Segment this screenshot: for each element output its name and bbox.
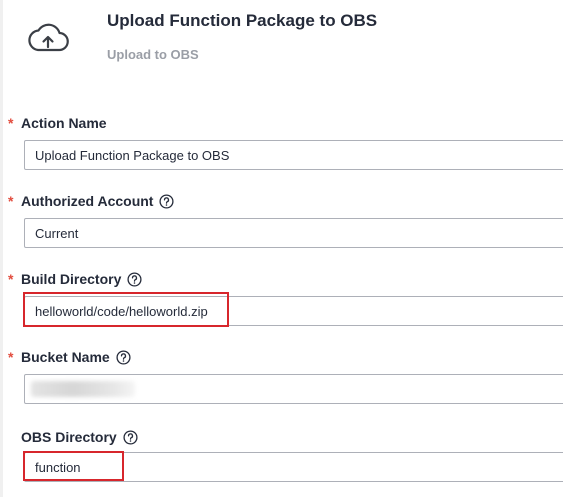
action-subtitle: Upload to OBS — [107, 47, 199, 62]
question-circle-icon[interactable] — [123, 429, 138, 445]
action-title: Upload Function Package to OBS — [107, 11, 378, 30]
action-name-input[interactable]: Upload Function Package to OBS — [24, 140, 563, 170]
bucket-name-label-text: Bucket Name — [21, 349, 110, 365]
bucket-name-input[interactable] — [24, 374, 563, 404]
required-marker: * — [8, 349, 14, 365]
required-marker: * — [8, 271, 14, 287]
build-directory-label-text: Build Directory — [21, 271, 122, 287]
build-directory-highlight — [23, 292, 229, 327]
authorized-account-label-text: Authorized Account — [21, 193, 154, 209]
authorized-account-value: Current — [35, 226, 79, 241]
required-marker: * — [8, 193, 14, 209]
obs-directory-label-text: OBS Directory — [21, 429, 117, 445]
obs-directory-highlight — [23, 451, 124, 481]
question-circle-icon[interactable] — [159, 193, 175, 209]
obs-directory-label: OBS Directory — [8, 428, 138, 446]
action-name-label: * Action Name — [8, 114, 107, 132]
question-circle-icon[interactable] — [127, 271, 142, 287]
bucket-name-label: * Bucket Name — [8, 348, 131, 366]
action-name-value: Upload Function Package to OBS — [35, 148, 230, 163]
bucket-name-redacted-value — [31, 381, 135, 397]
build-directory-label: * Build Directory — [8, 270, 142, 288]
cloud-upload-icon — [28, 23, 69, 52]
question-circle-icon[interactable] — [116, 349, 131, 365]
action-name-label-text: Action Name — [21, 115, 107, 131]
authorized-account-select[interactable]: Current — [24, 218, 563, 248]
action-header: Upload Function Package to OBS Upload to… — [0, 0, 563, 90]
required-marker: * — [8, 115, 14, 131]
authorized-account-label: * Authorized Account — [8, 192, 175, 210]
